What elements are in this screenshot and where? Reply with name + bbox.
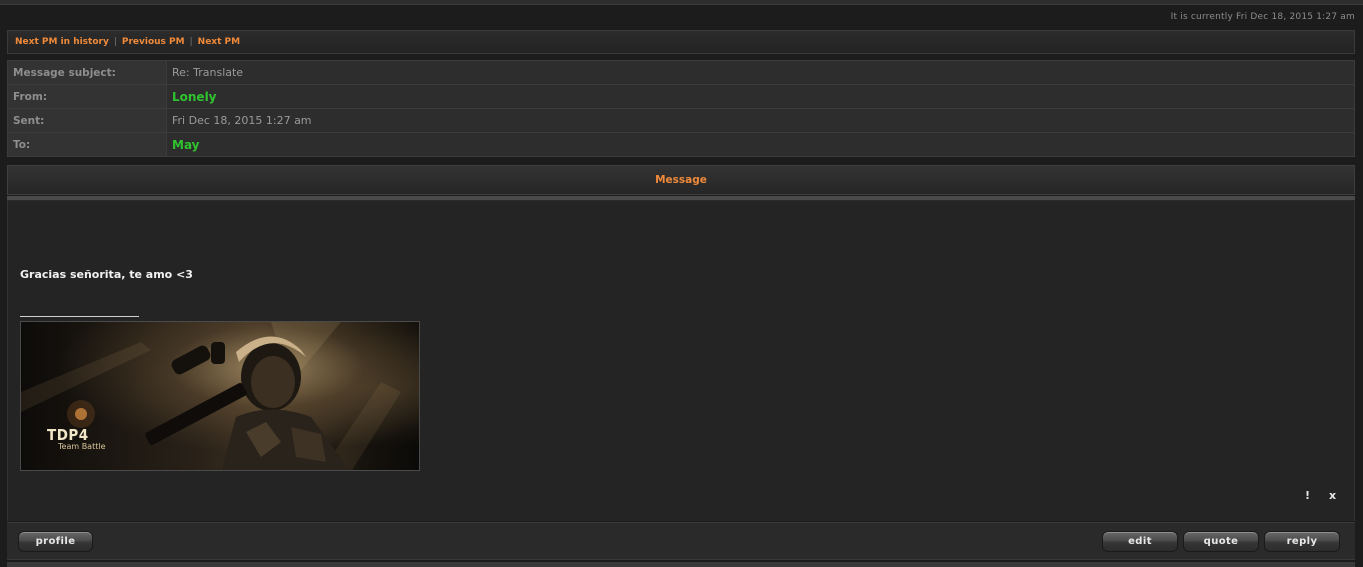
sent-label: Sent: (7, 108, 167, 133)
previous-pm-link[interactable]: Previous PM (122, 37, 185, 47)
signature-subtitle: Team Battle (58, 442, 106, 451)
message-body: Gracias señorita, te amo <3 TDP4 Team Ba… (7, 201, 1355, 521)
next-pm-link[interactable]: Next PM (198, 37, 240, 47)
nav-separator: | (189, 37, 193, 47)
top-border (0, 0, 1363, 5)
to-row: To: May (7, 132, 1355, 157)
message-actions-bar: profile edit quote reply (7, 522, 1355, 560)
next-pm-in-history-link[interactable]: Next PM in history (15, 37, 109, 47)
bottom-border (7, 562, 1355, 567)
subject-row: Message subject: Re: Translate (7, 60, 1355, 85)
message-text: Gracias señorita, te amo <3 (20, 268, 193, 281)
from-row: From: Lonely (7, 84, 1355, 109)
nav-separator: | (113, 37, 117, 47)
current-time: It is currently Fri Dec 18, 2015 1:27 am (1170, 12, 1355, 22)
sent-value: Fri Dec 18, 2015 1:27 am (166, 108, 1355, 133)
profile-button[interactable]: profile (18, 531, 93, 552)
signature-banner-image: TDP4 Team Battle (20, 321, 420, 471)
to-username[interactable]: May (166, 132, 1355, 157)
delete-icon[interactable]: x (1329, 489, 1336, 502)
to-label: To: (7, 132, 167, 157)
reply-button[interactable]: reply (1264, 531, 1340, 552)
sent-row: Sent: Fri Dec 18, 2015 1:27 am (7, 108, 1355, 133)
pm-navigation-bar: Next PM in history | Previous PM | Next PM (7, 30, 1355, 54)
subject-value: Re: Translate (166, 60, 1355, 85)
report-icon[interactable]: ! (1305, 489, 1310, 502)
message-header: Message (7, 165, 1355, 195)
quote-button[interactable]: quote (1183, 531, 1259, 552)
message-details-table: Message subject: Re: Translate From: Lon… (7, 60, 1355, 157)
signature-divider (20, 316, 139, 317)
from-label: From: (7, 84, 167, 109)
from-username[interactable]: Lonely (166, 84, 1355, 109)
edit-button[interactable]: edit (1102, 531, 1178, 552)
subject-label: Message subject: (7, 60, 167, 85)
